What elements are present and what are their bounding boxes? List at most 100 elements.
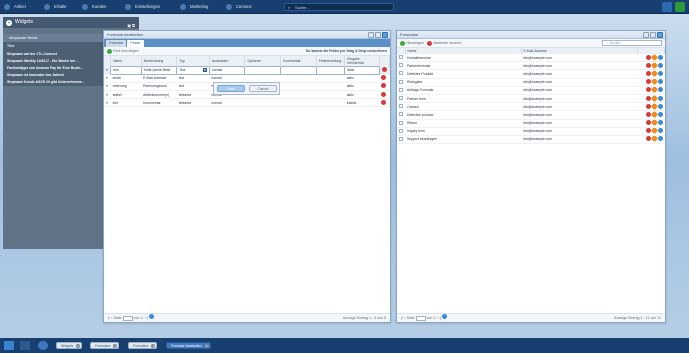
first-page-icon[interactable]: |‹	[108, 316, 110, 320]
delete-selected-button[interactable]: Markierte löschen	[427, 40, 462, 46]
copy-icon[interactable]	[657, 120, 663, 126]
edit-pencil-icon[interactable]	[650, 86, 658, 94]
table-row[interactable]: Defective product info@example.com	[397, 110, 665, 120]
maximize-icon[interactable]	[650, 32, 656, 38]
edit-pencil-icon[interactable]	[650, 54, 658, 61]
table-row[interactable]: Defektes Produkt info@example.com	[397, 69, 665, 79]
table-row[interactable]: Rückgabe info@example.com	[397, 78, 665, 87]
delete-icon[interactable]	[645, 79, 651, 85]
menu-artikel[interactable]: Artikel	[4, 3, 26, 11]
maximize-icon[interactable]	[375, 32, 381, 38]
table-row[interactable]: ≡ info Kommentar textarea normal inaktiv	[104, 98, 390, 108]
edit-pencil-icon[interactable]	[650, 78, 658, 86]
edit-pencil-icon[interactable]	[650, 102, 658, 110]
cell-opt[interactable]	[244, 66, 282, 75]
table-row[interactable]: Return info@example.com	[397, 119, 665, 128]
copy-icon[interactable]	[657, 103, 663, 109]
col-required[interactable]: Eingabe erforderlich	[344, 56, 380, 67]
row-checkbox[interactable]	[397, 110, 405, 120]
row-checkbox[interactable]	[397, 86, 405, 95]
widgets-icon[interactable]	[20, 341, 30, 350]
minimize-icon[interactable]	[368, 32, 374, 38]
menu-connect[interactable]: Connect	[226, 3, 252, 11]
shopware-logo-icon[interactable]	[675, 2, 685, 12]
cell-error[interactable]	[315, 66, 346, 75]
edit-pencil-icon[interactable]	[650, 110, 658, 118]
refresh-icon[interactable]	[441, 314, 447, 319]
delete-icon[interactable]	[645, 136, 651, 142]
copy-icon[interactable]	[657, 136, 663, 142]
delete-icon[interactable]	[645, 87, 651, 93]
row-checkbox[interactable]	[397, 119, 405, 128]
menu-kunden[interactable]: Kunden	[82, 3, 106, 11]
last-page-icon[interactable]: ›|	[439, 316, 441, 320]
delete-icon[interactable]	[645, 128, 651, 134]
close-icon[interactable]: ×	[113, 344, 118, 348]
drag-handle-icon[interactable]: ≡	[104, 66, 111, 75]
delete-icon[interactable]	[645, 95, 651, 101]
table-row[interactable]: Partner form info@example.com	[397, 94, 665, 104]
cell-required[interactable]: aktiv	[344, 66, 380, 75]
edit-pencil-icon[interactable]	[650, 61, 658, 69]
delete-icon[interactable]	[381, 99, 387, 105]
edit-pencil-icon[interactable]	[650, 127, 658, 135]
delete-icon[interactable]	[645, 54, 651, 60]
col-kommentar[interactable]: Kommentar	[280, 56, 317, 67]
close-icon[interactable]: ×	[151, 344, 156, 348]
row-checkbox[interactable]	[397, 127, 405, 136]
close-icon[interactable]: ×	[76, 344, 81, 348]
copy-icon[interactable]	[657, 111, 663, 117]
row-checkbox[interactable]	[397, 61, 405, 71]
table-row-editing[interactable]: ≡ trim Kette (siehe Besti Text ▾ normal …	[104, 66, 390, 75]
row-checkbox[interactable]	[397, 54, 405, 63]
chevron-down-icon[interactable]: ▾	[203, 68, 207, 73]
copy-icon[interactable]	[657, 128, 663, 134]
table-row[interactable]: Partnerformular info@example.com	[397, 61, 665, 71]
cell-comment[interactable]	[280, 66, 317, 75]
first-page-icon[interactable]: |‹	[401, 316, 403, 320]
task-tab-widgets[interactable]: Widgets ×	[56, 342, 83, 349]
menu-inhalte[interactable]: Inhalte	[44, 3, 67, 11]
task-tab-forms-1[interactable]: Formulare ×	[90, 342, 120, 349]
table-row[interactable]: Anfrage-Formular info@example.com	[397, 86, 665, 95]
add-field-button[interactable]: Feld hinzufügen	[107, 48, 139, 54]
last-page-icon[interactable]: ›|	[146, 316, 148, 320]
tab-formular[interactable]: Formular	[106, 40, 127, 47]
edit-pencil-icon[interactable]	[650, 119, 658, 127]
delete-icon[interactable]	[645, 70, 651, 76]
table-row[interactable]: Inquiry form info@example.com	[397, 127, 665, 136]
delete-icon[interactable]	[645, 103, 651, 109]
row-checkbox[interactable]	[397, 78, 405, 87]
row-checkbox[interactable]	[397, 135, 405, 145]
delete-icon[interactable]	[381, 67, 387, 73]
copy-icon[interactable]	[657, 95, 663, 101]
delete-icon[interactable]	[645, 120, 651, 126]
delete-icon[interactable]	[381, 83, 387, 89]
delete-icon[interactable]	[381, 75, 387, 81]
row-checkbox[interactable]	[397, 69, 405, 79]
edit-pencil-icon[interactable]	[650, 69, 658, 78]
tab-felder[interactable]: Felder	[127, 40, 144, 47]
next-page-icon[interactable]: ›	[436, 316, 437, 320]
delete-icon[interactable]	[645, 111, 651, 117]
menu-marketing[interactable]: Marketing	[180, 3, 208, 11]
row-checkbox[interactable]	[397, 102, 405, 112]
table-row[interactable]: Contact info@example.com	[397, 102, 665, 112]
start-icon[interactable]	[4, 341, 14, 350]
copy-icon[interactable]	[657, 70, 663, 76]
table-row[interactable]: Kontaktformular info@example.com	[397, 54, 665, 63]
edit-pencil-icon[interactable]	[650, 94, 658, 102]
page-input[interactable]	[122, 315, 133, 321]
task-tab-form-edit[interactable]: Formular bearbeiten ×	[166, 342, 211, 349]
close-icon[interactable]	[382, 32, 388, 38]
col-label[interactable]: Bezeichnung	[141, 56, 178, 67]
col-type[interactable]: Typ	[176, 56, 210, 67]
cell-label[interactable]: Kette (siehe Besti	[140, 66, 178, 75]
cell-aus[interactable]: normal	[208, 66, 246, 75]
copy-icon[interactable]	[657, 62, 663, 68]
cell-type[interactable]: Text ▾	[176, 66, 210, 75]
drag-handle-icon[interactable]: ≡	[104, 98, 111, 108]
minimize-icon[interactable]	[643, 32, 649, 38]
copy-icon[interactable]	[657, 54, 663, 60]
col-optionen[interactable]: Optionen	[244, 56, 282, 67]
